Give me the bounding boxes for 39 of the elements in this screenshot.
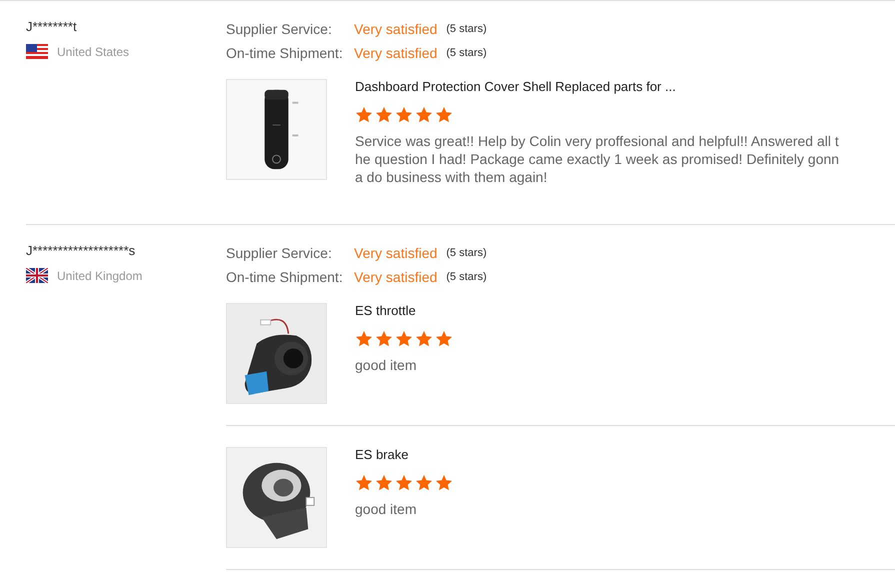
rating-note: (5 stars) [446, 271, 487, 283]
review-comment: good item [355, 500, 418, 518]
rating-note: (5 stars) [446, 247, 487, 259]
product-title[interactable]: Dashboard Protection Cover Shell Replaced parts for ... [355, 79, 843, 95]
star-icon [415, 330, 433, 347]
reviewer-name: J********t [26, 19, 78, 35]
star-icon [355, 474, 373, 491]
star-icon [395, 106, 413, 123]
review-comment: good item [355, 356, 418, 374]
rating-label: On-time Shipment: [226, 45, 344, 61]
review-comment: Service was great!! Help by Colin very proffesional and helpful!! Answered all the question I had! Package came exactly 1 week as promised! Definitely gonna do business with them again! [355, 132, 840, 186]
star-icon [375, 330, 393, 347]
product-title[interactable]: ES throttle [355, 303, 843, 319]
rating-value: Very satisfied [354, 21, 438, 37]
rating-label: On-time Shipment: [226, 269, 344, 285]
flag-icon [26, 44, 48, 59]
country-name: United Kingdom [57, 268, 142, 282]
star-icon [355, 106, 373, 123]
country-name: United States [57, 44, 130, 58]
rating-label: Supplier Service: [226, 245, 333, 261]
star-icon [375, 474, 393, 491]
star-icon [395, 474, 413, 491]
star-icon [375, 106, 393, 123]
flag-icon [26, 268, 48, 283]
product-title[interactable]: ES brake [355, 447, 843, 463]
star-icon [435, 330, 453, 347]
rating-value: Very satisfied [354, 245, 438, 261]
rating-value: Very satisfied [354, 269, 438, 285]
rating-note: (5 stars) [446, 23, 487, 35]
rating-label: Supplier Service: [226, 21, 333, 37]
star-icon [395, 330, 413, 347]
reviewer-name: J*******************s [26, 243, 136, 259]
star-icon [355, 330, 373, 347]
rating-value: Very satisfied [354, 45, 438, 61]
star-icon [435, 474, 453, 491]
star-icon [435, 106, 453, 123]
star-icon [415, 106, 433, 123]
star-icon [415, 474, 433, 491]
rating-note: (5 stars) [446, 47, 487, 59]
